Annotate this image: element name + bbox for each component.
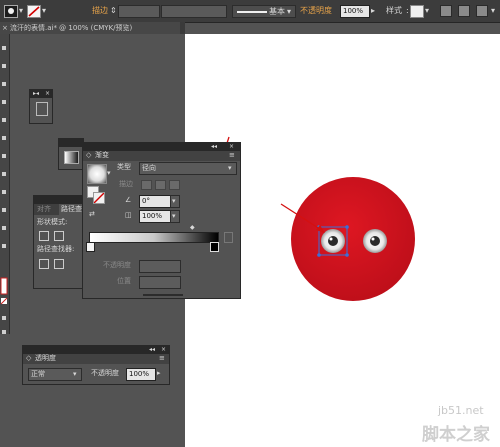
no-stroke-icon — [94, 193, 104, 203]
control-bar-menu-icon[interactable]: ▾ — [491, 5, 495, 16]
stroke-within-icon[interactable] — [141, 180, 152, 190]
right-eye[interactable] — [363, 229, 387, 253]
watermark-name: 脚本之家 — [422, 425, 490, 445]
reverse-gradient-icon[interactable]: ⇄ — [89, 209, 95, 220]
brush-dropdown-icon: ▾ — [287, 7, 292, 16]
brush-dropdown[interactable]: 基本 ▾ — [232, 5, 296, 18]
pathfinder-panel: 对齐 路径查 形状模式: 路径查找器: — [33, 195, 85, 289]
watermark: jb51.net 脚本之家 — [420, 400, 500, 447]
divide-icon[interactable] — [39, 259, 49, 269]
panel-menu-icon[interactable]: ≡ — [159, 353, 165, 364]
color-stop-white[interactable] — [86, 242, 95, 252]
angle-dropdown[interactable]: ▾ — [170, 195, 180, 208]
angle-input[interactable]: 0° — [139, 195, 171, 208]
tab-align[interactable]: 对齐 — [37, 204, 51, 215]
document-setup-icon[interactable] — [440, 5, 452, 17]
gradient-slider[interactable] — [89, 232, 219, 243]
shape-modes-label: 形状模式: — [37, 218, 68, 226]
brush-label: 基本 — [269, 7, 285, 16]
tab-gradient[interactable]: 渐变 — [95, 150, 109, 161]
transparency-opacity-label: 不透明度 — [91, 369, 119, 377]
variable-width-dropdown[interactable] — [161, 5, 227, 18]
no-stroke-icon — [28, 6, 40, 17]
opacity-dropdown-icon[interactable]: ▸ — [157, 368, 161, 379]
transparency-panel: ◂◂ × ◇ 透明度 ≡ 正常 ▾ 不透明度 100% ▸ — [22, 345, 170, 385]
gradient-preview-dropdown-icon[interactable]: ▾ — [107, 168, 111, 179]
tab-transparency-arrows[interactable]: ◇ — [26, 353, 31, 364]
stroke-weight-stepper-icon[interactable]: ⇕ — [110, 5, 117, 16]
preferences-icon[interactable] — [458, 5, 470, 17]
fill-swatch[interactable] — [4, 5, 18, 18]
minus-front-icon[interactable] — [54, 231, 64, 241]
tool-icons[interactable] — [0, 34, 9, 334]
close-tab-icon[interactable]: × — [2, 22, 8, 34]
style-label: 样式 — [386, 6, 402, 15]
arrange-documents-icon[interactable] — [476, 5, 488, 17]
panel-menu-icon[interactable]: ≡ — [229, 150, 235, 161]
fill-dropdown-icon[interactable]: ▾ — [19, 5, 23, 16]
stroke-label[interactable]: 描边 — [92, 5, 108, 16]
opacity-input[interactable]: 100% — [340, 5, 370, 18]
location-label: 位置 — [117, 277, 131, 285]
brush-stroke-preview — [237, 11, 267, 13]
aspect-ratio-input[interactable]: 100% — [139, 210, 171, 223]
gradient-icon[interactable] — [64, 151, 79, 164]
stroke-weight-field[interactable] — [118, 5, 160, 18]
watermark-url: jb51.net — [438, 404, 484, 417]
tab-gradient-arrows[interactable]: ◇ — [86, 150, 91, 161]
panel-titlebar[interactable] — [34, 196, 84, 204]
graphic-style-swatch[interactable] — [410, 5, 424, 18]
panel-resize-grip[interactable] — [143, 294, 183, 296]
gradient-panel: ◂◂ × ◇ 渐变 ≡ ▾ 类型 径向 ▾ 描边 ∠ 0° ▾ ⇄ ◫ 100%… — [82, 142, 241, 299]
fill-circle-icon — [8, 8, 14, 14]
style-dropdown-icon[interactable]: ▾ — [425, 5, 429, 16]
stroke-along-icon[interactable] — [155, 180, 166, 190]
close-icon[interactable]: × — [45, 88, 50, 99]
type-label: 类型 — [117, 163, 131, 171]
floating-panel-small: ▸◂ × — [29, 89, 53, 124]
stroke-dropdown-icon[interactable]: ▾ — [42, 5, 46, 16]
opacity-label: 不透明度 — [103, 261, 131, 269]
gradient-preview-swatch[interactable] — [87, 164, 107, 184]
unite-icon[interactable] — [39, 231, 49, 241]
transparency-opacity-input[interactable]: 100% — [126, 368, 156, 381]
opacity-dropdown-icon[interactable]: ▸ — [371, 5, 375, 16]
tab-pathfinder[interactable]: 路径查 — [59, 204, 84, 215]
stroke-swatch[interactable] — [27, 5, 41, 18]
stroke-label: 描边 — [119, 180, 133, 188]
tab-transparency[interactable]: 透明度 — [35, 353, 56, 364]
blend-mode-dropdown[interactable]: 正常 ▾ — [28, 368, 82, 381]
delete-stop-icon[interactable] — [224, 232, 233, 243]
tools-panel — [0, 34, 10, 334]
control-bar: ▾ ▾ 描边 ⇕ 基本 ▾ 不透明度 100% ▸ 样式 : ▾ ▾ — [0, 0, 500, 23]
blend-mode-value: 正常 — [31, 370, 45, 378]
stroke-across-icon[interactable] — [169, 180, 180, 190]
chevron-down-icon: ▾ — [228, 164, 232, 172]
document-title: 流汗的表情.ai* @ 100% (CMYK/预览) — [10, 24, 133, 32]
document-icon[interactable] — [36, 102, 48, 116]
stop-location-field[interactable] — [139, 276, 181, 289]
emoji-face[interactable] — [291, 177, 415, 301]
floating-panel-swatch — [58, 138, 84, 170]
angle-icon: ∠ — [125, 196, 132, 204]
pathfinders-label: 路径查找器: — [37, 245, 75, 253]
color-stop-black[interactable] — [210, 242, 219, 252]
opacity-label[interactable]: 不透明度 — [300, 5, 332, 16]
aspect-dropdown[interactable]: ▾ — [170, 210, 180, 223]
trim-icon[interactable] — [54, 259, 64, 269]
chevron-down-icon: ▾ — [73, 370, 77, 378]
aspect-ratio-icon: ◫ — [125, 211, 132, 219]
document-tab[interactable]: × 流汗的表情.ai* @ 100% (CMYK/预览) — [0, 22, 180, 34]
collapse-icon[interactable]: ▸◂ — [33, 88, 39, 99]
gradient-type-value: 径向 — [142, 164, 156, 172]
stop-opacity-field[interactable] — [139, 260, 181, 273]
gradient-type-dropdown[interactable]: 径向 ▾ — [139, 162, 237, 175]
stroke-swatch-gradient[interactable] — [93, 192, 105, 204]
panel-titlebar[interactable] — [59, 139, 83, 147]
